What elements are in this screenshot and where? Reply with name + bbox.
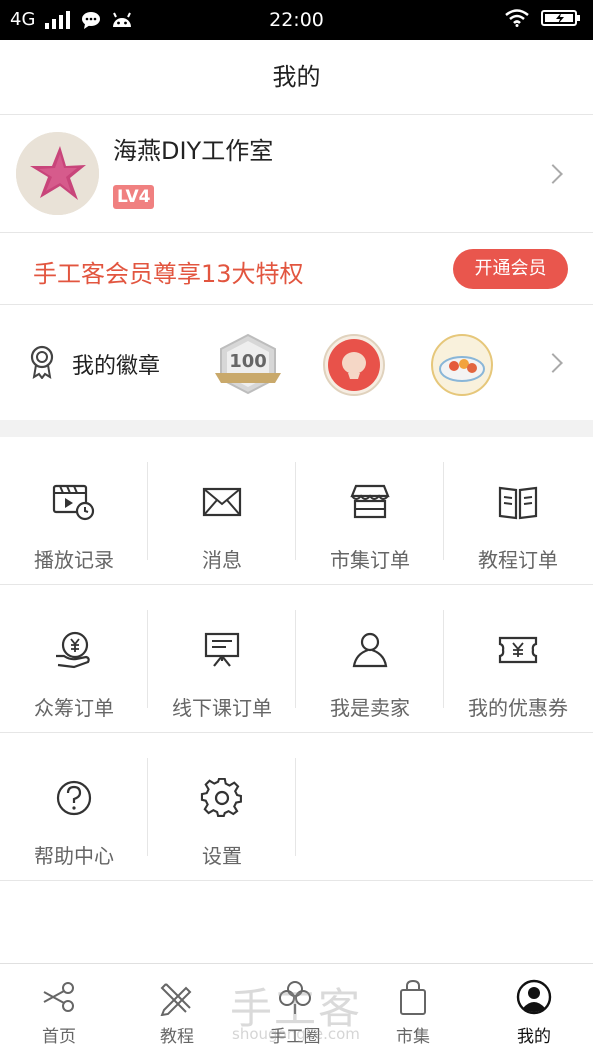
membership-promo: 手工客会员尊享13大特权 xyxy=(33,260,304,288)
menu-label: 众筹订单 xyxy=(34,696,114,720)
badges-row[interactable]: 我的徽章 100 xyxy=(0,305,593,420)
wifi-icon xyxy=(505,9,529,27)
menu-item-offline-class-orders[interactable]: 线下课订单 xyxy=(148,585,296,733)
menu-item-coupons[interactable]: 我的优惠券 xyxy=(444,585,592,733)
menu-row: 众筹订单 线下课订单 我是卖家 我的优惠券 xyxy=(0,585,593,733)
tab-label: 教程 xyxy=(160,1027,194,1047)
menu-row: 播放记录 消息 市集订单 教程订单 xyxy=(0,437,593,585)
menu-item-help-center[interactable]: 帮助中心 xyxy=(0,733,148,881)
badges-label: 我的徽章 xyxy=(72,354,161,379)
tab-label: 市集 xyxy=(396,1027,430,1047)
page-title: 我的 xyxy=(272,63,321,91)
coupon-icon xyxy=(498,636,538,664)
book-icon xyxy=(498,486,538,520)
chevron-right-icon xyxy=(543,164,563,184)
svg-text:100: 100 xyxy=(229,351,267,372)
open-membership-button[interactable]: 开通会员 xyxy=(453,249,568,289)
menu-item-settings[interactable]: 设置 xyxy=(148,733,296,881)
menu-item-crowdfunding-orders[interactable]: 众筹订单 xyxy=(0,585,148,733)
menu-grid: 播放记录 消息 市集订单 教程订单 众筹订单 线下课订单 我是卖家 我的优惠券 … xyxy=(0,437,593,881)
section-divider xyxy=(0,420,593,437)
menu-label: 我是卖家 xyxy=(330,696,410,720)
badge-lantern-icon[interactable] xyxy=(322,333,386,397)
chevron-right-icon xyxy=(543,353,563,373)
store-icon xyxy=(350,484,390,519)
tab-market[interactable]: 市集 xyxy=(354,964,472,1054)
tab-tutorials[interactable]: 教程 xyxy=(118,964,236,1054)
menu-item-tutorial-orders[interactable]: 教程订单 xyxy=(444,437,592,585)
menu-label: 播放记录 xyxy=(34,548,114,572)
menu-row: 帮助中心 设置 xyxy=(0,733,593,881)
scissors-icon xyxy=(43,982,74,1012)
seller-icon xyxy=(352,632,388,668)
menu-item-messages[interactable]: 消息 xyxy=(148,437,296,585)
user-icon xyxy=(516,979,552,1015)
header: 我的 xyxy=(0,40,593,115)
tab-me[interactable]: 我的 xyxy=(475,964,593,1054)
menu-label: 帮助中心 xyxy=(34,844,114,868)
tab-label: 我的 xyxy=(517,1027,551,1047)
badge-100-icon[interactable]: 100 xyxy=(213,333,281,397)
username: 海燕DIY工作室 xyxy=(113,137,274,165)
menu-label: 市集订单 xyxy=(330,548,410,572)
avatar[interactable] xyxy=(16,132,99,215)
membership-banner: 手工客会员尊享13大特权 开通会员 xyxy=(0,233,593,305)
level-badge: LV4 xyxy=(113,185,155,209)
menu-item-market-orders[interactable]: 市集订单 xyxy=(296,437,444,585)
menu-label: 我的优惠券 xyxy=(468,696,568,720)
play-history-icon xyxy=(52,484,95,521)
shopping-bag-icon xyxy=(400,979,426,1015)
menu-label: 线下课订单 xyxy=(172,696,272,720)
avatar-star-image xyxy=(16,132,99,215)
menu-item-play-history[interactable]: 播放记录 xyxy=(0,437,148,585)
menu-label: 教程订单 xyxy=(478,548,558,572)
crowdfunding-icon xyxy=(56,631,90,669)
badge-bowl-icon[interactable] xyxy=(430,333,494,397)
tab-home[interactable]: 首页 xyxy=(0,964,118,1054)
tab-label: 首页 xyxy=(42,1027,76,1047)
watermark-url: shougongke.com xyxy=(232,1025,360,1043)
help-icon xyxy=(56,780,92,816)
envelope-icon xyxy=(202,487,242,517)
status-bar: 4G 22:00 xyxy=(0,0,593,40)
gear-icon xyxy=(200,778,242,817)
menu-label: 消息 xyxy=(202,548,242,572)
presentation-icon xyxy=(204,632,240,667)
tools-icon xyxy=(160,983,192,1016)
menu-label: 设置 xyxy=(202,844,242,868)
battery-icon xyxy=(541,10,580,26)
menu-item-seller[interactable]: 我是卖家 xyxy=(296,585,444,733)
medal-icon xyxy=(30,345,54,379)
profile-row[interactable]: 海燕DIY工作室 LV4 xyxy=(0,115,593,233)
